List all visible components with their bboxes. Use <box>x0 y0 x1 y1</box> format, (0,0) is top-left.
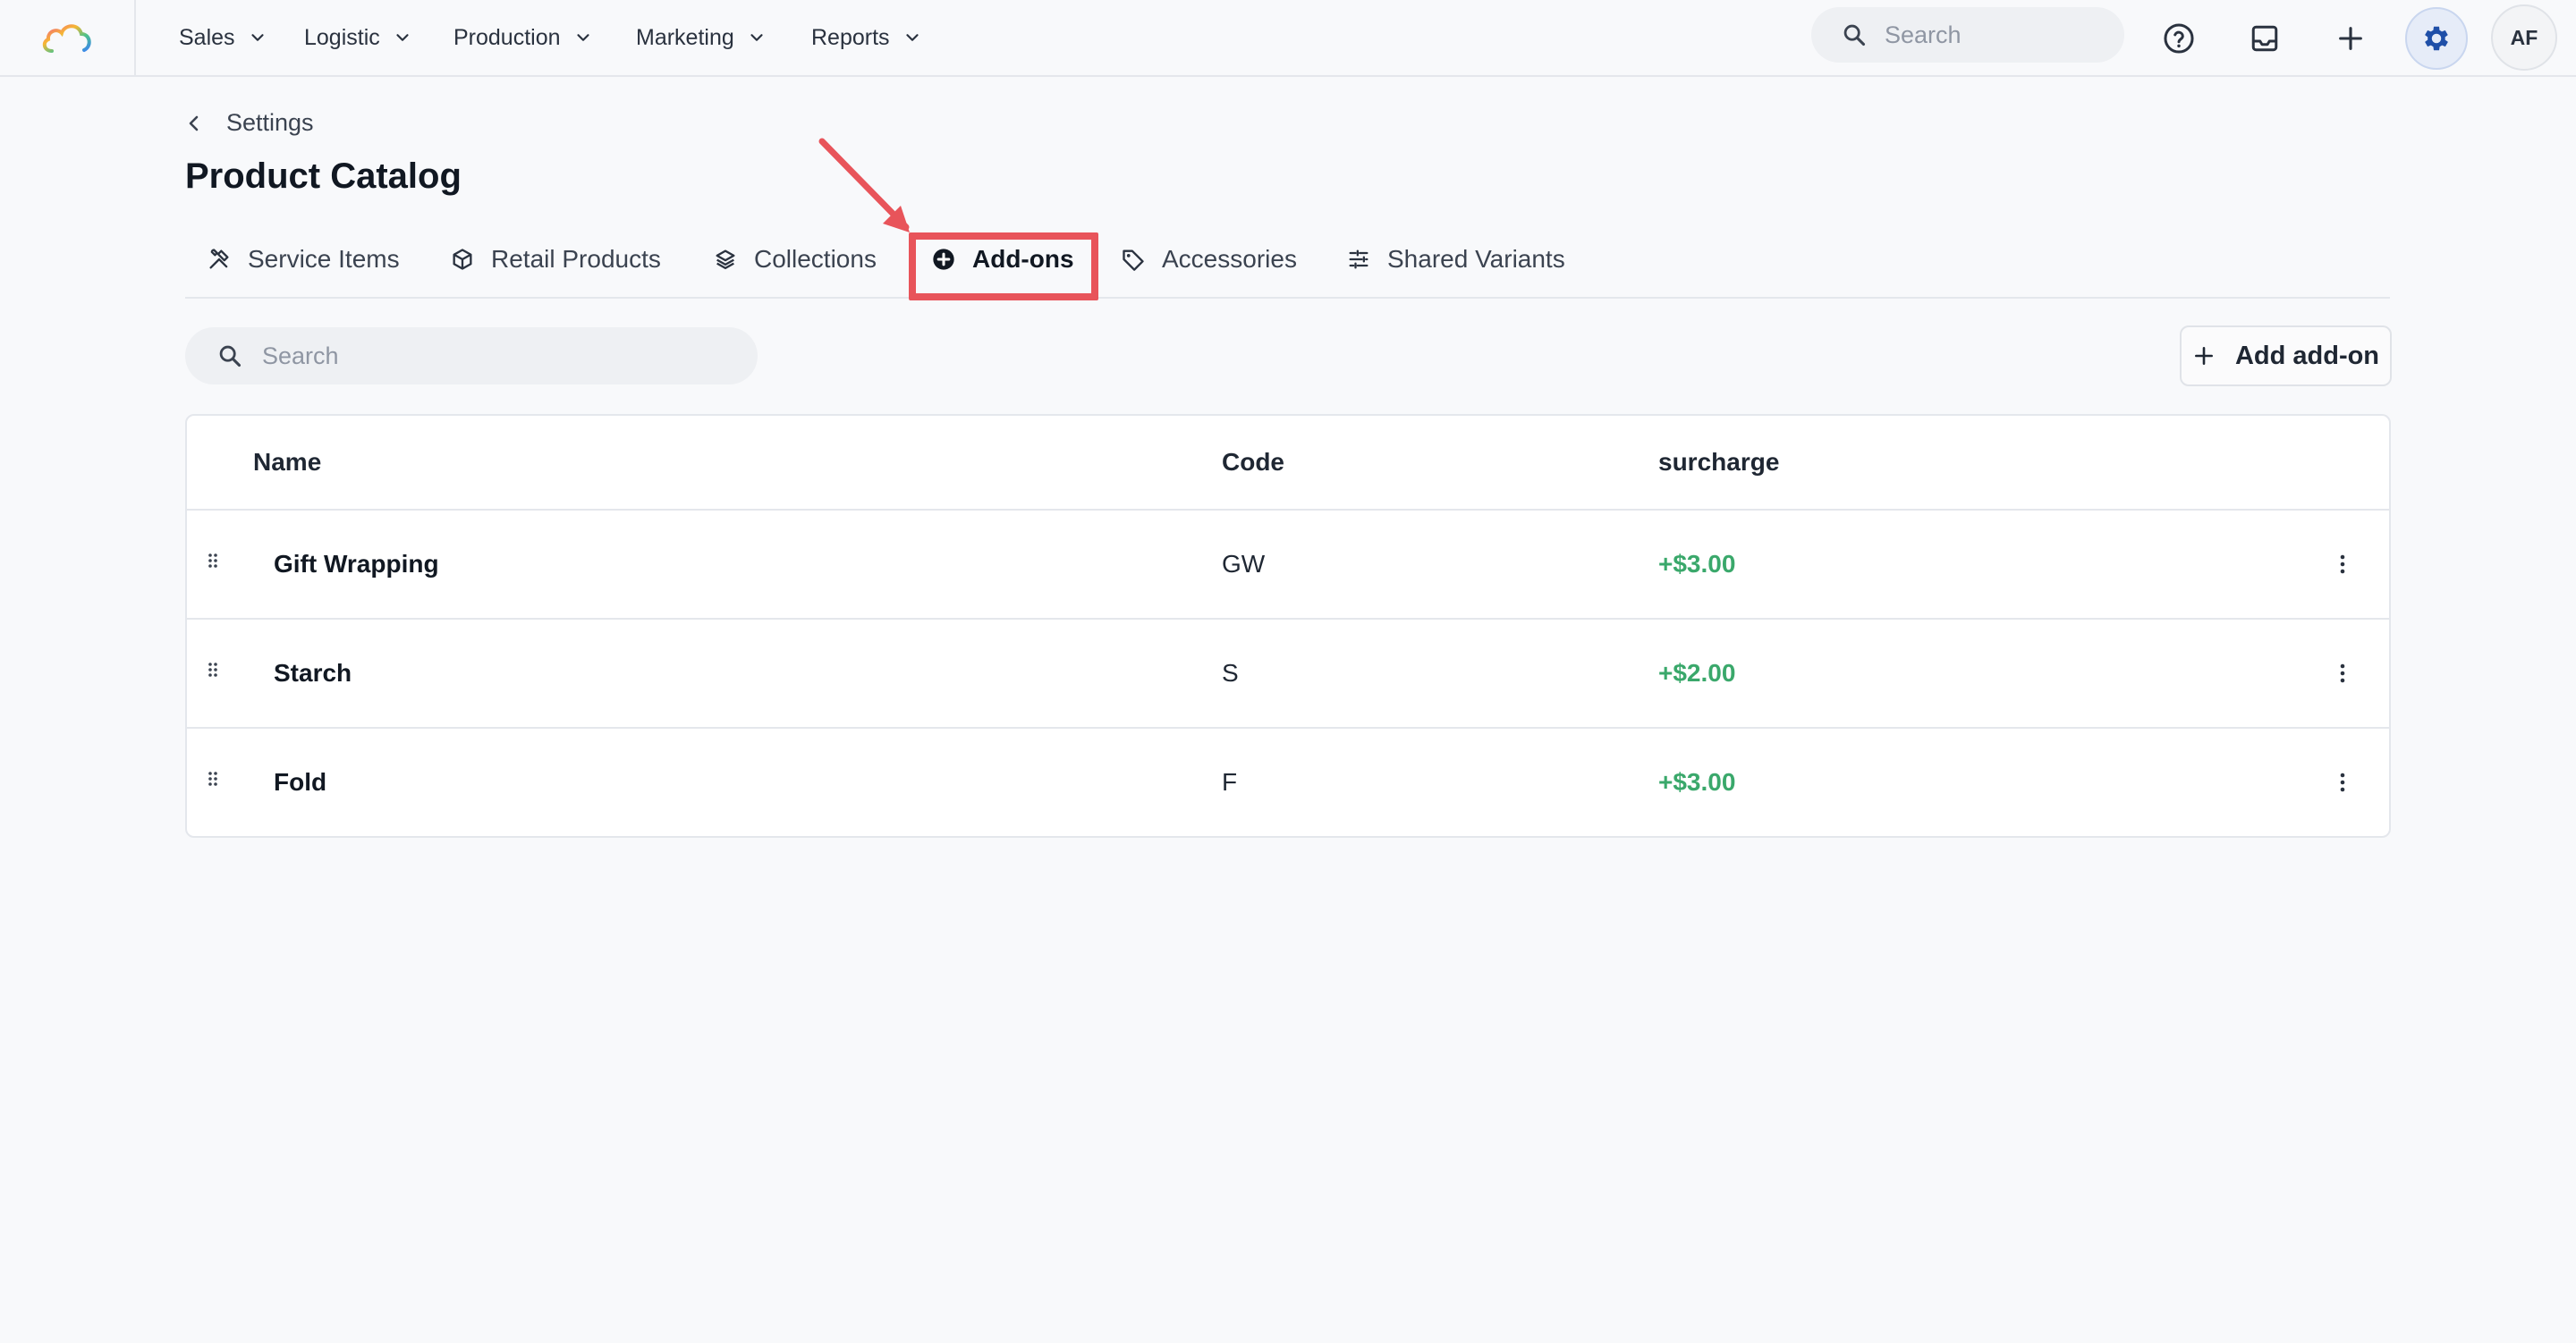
more-vertical-icon <box>2340 773 2345 792</box>
tab-retail-products[interactable]: Retail Products <box>450 245 661 274</box>
row-menu-button[interactable] <box>2334 657 2351 689</box>
nav-item-marketing[interactable]: Marketing <box>636 25 767 51</box>
create-button[interactable] <box>2319 7 2382 70</box>
top-navigation-bar: Sales Logistic Production Marketing Repo… <box>0 0 2576 77</box>
drag-handle-icon[interactable] <box>207 770 223 791</box>
inbox-button[interactable] <box>2233 7 2296 70</box>
tab-collections[interactable]: Collections <box>713 245 877 274</box>
inbox-icon <box>2251 25 2278 52</box>
nav-item-label: Sales <box>179 24 235 50</box>
addon-surcharge: +$3.00 <box>1658 550 1736 578</box>
breadcrumb-back[interactable]: Settings <box>185 109 314 137</box>
annotation-arrow-icon <box>818 138 910 232</box>
table-row[interactable]: Gift Wrapping GW +$3.00 <box>187 511 2389 620</box>
addons-search[interactable] <box>185 327 758 384</box>
plus-icon <box>2194 347 2213 365</box>
chevron-down-icon <box>750 34 763 41</box>
more-vertical-icon <box>2340 554 2345 574</box>
add-addon-button[interactable]: Add add-on <box>2180 325 2392 386</box>
breadcrumb-label: Settings <box>226 109 314 136</box>
search-icon <box>1843 24 1866 46</box>
addon-name: Fold <box>274 768 327 796</box>
addon-code: F <box>1222 768 1238 796</box>
tab-label: Retail Products <box>491 245 661 273</box>
nav-item-label: Logistic <box>304 24 380 50</box>
addon-surcharge: +$3.00 <box>1658 768 1736 796</box>
app-logo-icon[interactable] <box>39 19 95 56</box>
chevron-down-icon <box>250 34 264 41</box>
catalog-tabs: Service Items Retail Products Collection… <box>185 232 2390 299</box>
row-menu-button[interactable] <box>2334 548 2351 580</box>
addons-table: Name Code surcharge Gift Wrapping GW +$3… <box>185 414 2391 838</box>
nav-item-sales[interactable]: Sales <box>179 25 267 51</box>
nav-item-label: Marketing <box>636 24 734 50</box>
tab-label: Service Items <box>248 245 400 273</box>
addon-name: Starch <box>274 659 352 687</box>
addon-code: S <box>1222 659 1239 687</box>
tab-label: Accessories <box>1162 245 1297 273</box>
tab-shared-variants[interactable]: Shared Variants <box>1346 245 1565 274</box>
nav-item-label: Reports <box>811 24 890 50</box>
help-icon <box>2164 23 2194 54</box>
table-header: Name Code surcharge <box>187 416 2389 511</box>
addon-surcharge: +$2.00 <box>1658 659 1736 687</box>
page-title: Product Catalog <box>185 156 462 196</box>
column-header-surcharge[interactable]: surcharge <box>1658 448 1779 477</box>
tag-icon <box>1123 249 1144 271</box>
column-header-name[interactable]: Name <box>253 448 321 477</box>
table-row[interactable]: Fold F +$3.00 <box>187 729 2389 836</box>
drag-handle-icon[interactable] <box>207 661 223 682</box>
chevron-left-icon <box>189 115 199 131</box>
settings-button[interactable] <box>2405 7 2468 70</box>
sliders-icon <box>1349 249 1368 269</box>
plus-icon <box>2339 27 2362 50</box>
box-icon <box>453 249 472 270</box>
tab-label: Collections <box>754 245 877 273</box>
search-icon <box>219 345 242 367</box>
addon-code: GW <box>1222 550 1266 578</box>
add-addon-label: Add add-on <box>2234 341 2380 370</box>
chevron-down-icon <box>905 34 919 41</box>
nav-item-reports[interactable]: Reports <box>811 25 922 51</box>
global-search-input[interactable] <box>1885 21 2108 49</box>
nav-item-label: Production <box>453 24 561 50</box>
addon-name: Gift Wrapping <box>274 550 439 578</box>
tab-label: Shared Variants <box>1387 245 1565 273</box>
tab-service-items[interactable]: Service Items <box>207 245 400 274</box>
nav-item-production[interactable]: Production <box>453 25 593 51</box>
gear-icon <box>2425 26 2448 51</box>
chevron-down-icon <box>396 34 409 41</box>
user-avatar[interactable]: AF <box>2491 4 2557 71</box>
table-row[interactable]: Starch S +$2.00 <box>187 620 2389 729</box>
drag-handle-icon[interactable] <box>207 552 223 573</box>
addons-search-input[interactable] <box>262 342 727 370</box>
chevron-down-icon <box>576 34 589 41</box>
help-button[interactable] <box>2148 7 2210 70</box>
tab-accessories[interactable]: Accessories <box>1121 245 1297 274</box>
tools-icon <box>209 249 229 269</box>
row-menu-button[interactable] <box>2334 766 2351 798</box>
logo-cell <box>0 0 136 75</box>
avatar-initials: AF <box>2510 25 2538 49</box>
column-header-code[interactable]: Code <box>1222 448 1284 477</box>
layers-icon <box>716 249 735 270</box>
global-search[interactable] <box>1811 7 2124 63</box>
more-vertical-icon <box>2340 663 2345 683</box>
highlight-box <box>909 232 1098 300</box>
nav-item-logistic[interactable]: Logistic <box>304 25 412 51</box>
